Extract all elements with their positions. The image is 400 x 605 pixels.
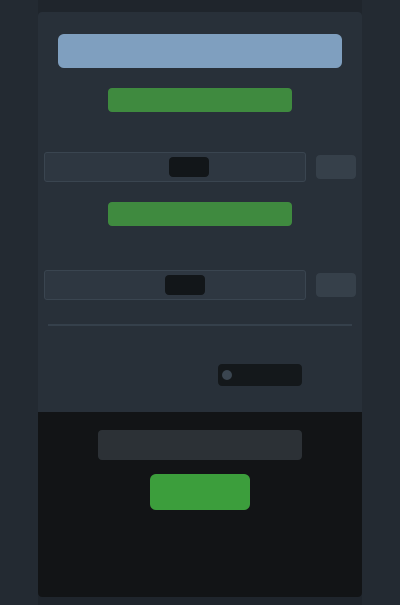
- option-toggle[interactable]: [218, 364, 302, 386]
- to-amount-row: [44, 270, 356, 300]
- from-token-badge[interactable]: [108, 88, 292, 112]
- to-amount-input[interactable]: [44, 270, 306, 300]
- from-amount-row: [44, 152, 356, 182]
- confirm-button[interactable]: [150, 474, 250, 510]
- to-token-badge[interactable]: [108, 202, 292, 226]
- option-label: [98, 364, 208, 386]
- left-margin: [0, 0, 38, 605]
- from-token-caption: [138, 118, 262, 132]
- confirm-section: [38, 412, 362, 597]
- right-margin: [362, 0, 400, 605]
- to-amount-slider-handle[interactable]: [165, 275, 205, 295]
- from-amount-slider-handle[interactable]: [169, 157, 209, 177]
- app-window: [0, 0, 400, 605]
- section-divider: [48, 324, 352, 326]
- from-amount-input[interactable]: [44, 152, 306, 182]
- panel-header: [58, 34, 342, 68]
- from-max-button[interactable]: [316, 155, 356, 179]
- footer-note: [48, 572, 352, 588]
- toggle-knob: [222, 370, 232, 380]
- main-panel: [38, 12, 362, 597]
- to-max-button[interactable]: [316, 273, 356, 297]
- confirm-title: [98, 430, 302, 460]
- to-token-caption: [138, 236, 262, 250]
- option-row: [58, 364, 342, 386]
- confirm-caption: [158, 524, 242, 540]
